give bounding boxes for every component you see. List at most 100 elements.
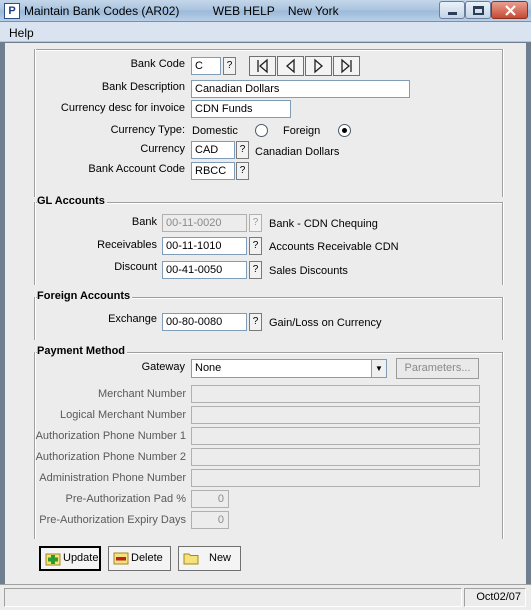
- status-bar: Oct02/07: [0, 584, 531, 610]
- foreign-group-right-border: [502, 297, 504, 340]
- gateway-value: None: [195, 362, 222, 374]
- admin-phone-input: [191, 469, 480, 487]
- gl-accounts-title: GL Accounts: [37, 195, 107, 207]
- last-record-button[interactable]: [333, 56, 360, 76]
- currency-type-foreign-label: Foreign: [283, 125, 321, 137]
- delete-button-label: Delete: [131, 552, 163, 564]
- chevron-down-icon[interactable]: ▼: [371, 360, 386, 377]
- new-button-label: New: [209, 552, 232, 564]
- payment-method-title: Payment Method: [37, 345, 128, 357]
- maximize-icon: [473, 6, 484, 15]
- gl-discount-desc: Sales Discounts: [269, 265, 348, 277]
- update-button-label: Update: [63, 552, 99, 564]
- logical-merchant-number-input: [191, 406, 480, 424]
- foreign-group-left-border: [34, 297, 36, 340]
- minimize-button[interactable]: [439, 1, 465, 19]
- window-title-text: Maintain Bank Codes (AR02): [24, 4, 180, 18]
- currency-type-domestic-label: Domestic: [192, 125, 238, 137]
- title-bar: P Maintain Bank Codes (AR02) WEB HELP Ne…: [0, 0, 531, 22]
- gateway-label: Gateway: [141, 361, 185, 373]
- payment-group-left-border: [34, 352, 36, 539]
- auth-phone-1-label: Authorization Phone Number 1: [35, 430, 186, 442]
- first-record-button[interactable]: [249, 56, 276, 76]
- currency-input[interactable]: CAD: [191, 141, 235, 159]
- exchange-lookup-button[interactable]: ?: [249, 313, 262, 331]
- admin-phone-label: Administration Phone Number: [39, 472, 186, 484]
- parameters-button: Parameters...: [396, 358, 479, 379]
- window-title: Maintain Bank Codes (AR02) WEB HELP New …: [24, 4, 339, 18]
- gl-discount-lookup-button[interactable]: ?: [249, 261, 262, 279]
- update-button[interactable]: Update: [39, 546, 101, 571]
- bank-code-label: Bank Code: [130, 58, 185, 70]
- currency-lookup-button[interactable]: ?: [236, 141, 249, 159]
- window-context: WEB HELP New York: [212, 4, 339, 18]
- last-record-icon: [341, 58, 352, 74]
- close-icon: [505, 5, 516, 16]
- pre-auth-pad-label: Pre-Authorization Pad %: [65, 493, 186, 505]
- status-date: Oct02/07: [464, 588, 526, 607]
- bank-account-code-input[interactable]: RBCC: [191, 162, 235, 180]
- status-message-pane: [4, 588, 462, 607]
- gl-discount-label: Discount: [114, 261, 157, 273]
- exchange-label: Exchange: [108, 313, 157, 325]
- bank-code-lookup-button[interactable]: ?: [223, 57, 236, 75]
- payment-group-right-border: [502, 352, 504, 539]
- bank-description-input[interactable]: Canadian Dollars: [191, 80, 410, 98]
- next-record-button[interactable]: [305, 56, 332, 76]
- currency-label: Currency: [140, 143, 185, 155]
- gl-group-left-border: [34, 202, 36, 285]
- group-right-border: [502, 49, 504, 197]
- gl-receivables-input[interactable]: 00-11-1010: [162, 237, 247, 255]
- bank-account-code-lookup-button[interactable]: ?: [236, 162, 249, 180]
- gl-receivables-label: Receivables: [97, 239, 157, 251]
- gl-bank-desc: Bank - CDN Chequing: [269, 218, 378, 230]
- group-top-border: [34, 49, 504, 51]
- pre-auth-pad-input: 0: [191, 490, 229, 508]
- delete-record-icon: [113, 552, 129, 565]
- currency-type-foreign-radio[interactable]: [338, 124, 351, 137]
- new-button[interactable]: New: [178, 546, 241, 571]
- foreign-accounts-title: Foreign Accounts: [37, 290, 133, 302]
- previous-record-icon: [286, 58, 295, 74]
- merchant-number-label: Merchant Number: [97, 388, 186, 400]
- currency-desc-input[interactable]: CDN Funds: [191, 100, 291, 118]
- logical-merchant-number-label: Logical Merchant Number: [60, 409, 186, 421]
- maximize-button[interactable]: [465, 1, 491, 19]
- currency-type-label: Currency Type:: [110, 124, 185, 136]
- currency-name-text: Canadian Dollars: [255, 146, 340, 158]
- exchange-input[interactable]: 00-80-0080: [162, 313, 247, 331]
- bank-description-label: Bank Description: [101, 81, 185, 93]
- minimize-icon: [448, 12, 457, 15]
- gl-receivables-lookup-button[interactable]: ?: [249, 237, 262, 255]
- pre-auth-expiry-label: Pre-Authorization Expiry Days: [39, 514, 186, 526]
- gl-bank-label: Bank: [131, 216, 157, 228]
- gl-bank-input: 00-11-0020: [162, 214, 247, 232]
- gl-discount-input[interactable]: 00-41-0050: [162, 261, 247, 279]
- bank-code-input[interactable]: C: [191, 57, 221, 75]
- gl-receivables-desc: Accounts Receivable CDN: [269, 241, 399, 253]
- menu-help[interactable]: Help: [9, 26, 34, 40]
- first-record-icon: [257, 58, 268, 74]
- group-left-border: [34, 49, 36, 197]
- next-record-icon: [314, 58, 323, 74]
- folder-icon: [183, 553, 199, 565]
- gl-group-right-border: [502, 202, 504, 285]
- app-icon: P: [4, 3, 20, 19]
- auth-phone-1-input: [191, 427, 480, 445]
- bank-account-code-label: Bank Account Code: [88, 163, 185, 175]
- auth-phone-2-input: [191, 448, 480, 466]
- auth-phone-2-label: Authorization Phone Number 2: [35, 451, 186, 463]
- previous-record-button[interactable]: [277, 56, 304, 76]
- currency-type-domestic-radio[interactable]: [255, 124, 268, 137]
- close-button[interactable]: [491, 1, 528, 19]
- add-record-icon: [45, 553, 61, 566]
- delete-button[interactable]: Delete: [108, 546, 171, 571]
- currency-desc-label: Currency desc for invoice: [60, 102, 185, 114]
- merchant-number-input: [191, 385, 480, 403]
- menu-bar: Help: [0, 22, 531, 42]
- gateway-select[interactable]: None ▼: [191, 359, 387, 378]
- gl-bank-lookup-button: ?: [249, 214, 262, 232]
- exchange-desc: Gain/Loss on Currency: [269, 317, 382, 329]
- dialog-body: Bank Code C ? Bank Description Canadian …: [5, 43, 526, 584]
- pre-auth-expiry-input: 0: [191, 511, 229, 529]
